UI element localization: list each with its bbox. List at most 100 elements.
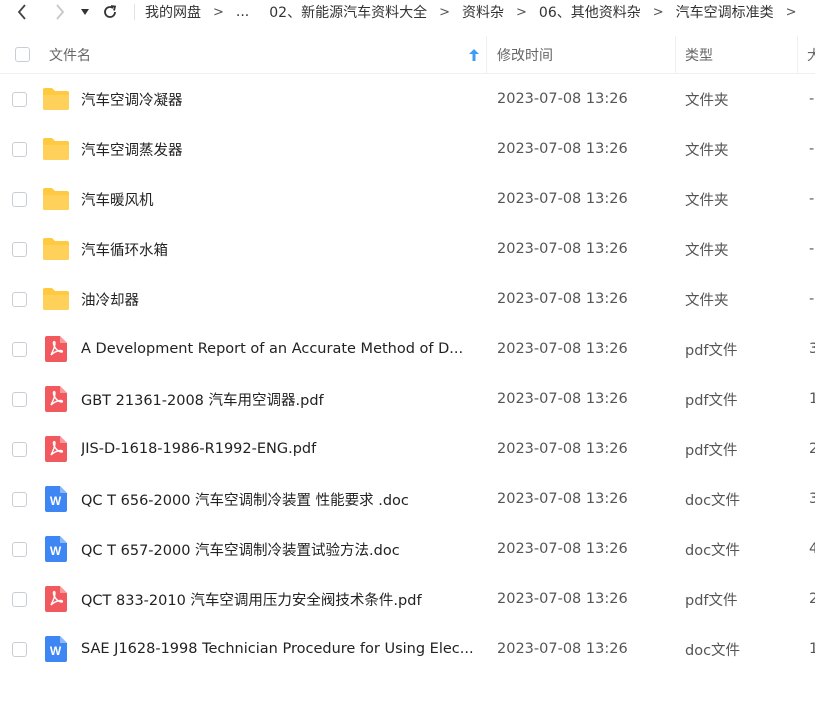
breadcrumb-item[interactable]: 我的网盘 xyxy=(143,2,203,22)
breadcrumb-separator: > xyxy=(439,4,450,20)
file-row[interactable]: W SAE J1628-1998 Technician Procedure fo… xyxy=(0,624,815,674)
column-header-type-label: 类型 xyxy=(685,48,713,64)
file-type: 文件夹 xyxy=(685,242,729,259)
file-size: 3 xyxy=(809,491,815,507)
file-row[interactable]: W QC T 657-2000 汽车空调制冷装置试验方法.doc 2023-07… xyxy=(0,524,815,574)
file-size: 2 xyxy=(809,591,815,607)
pdf-icon xyxy=(42,386,70,412)
file-row[interactable]: GBT 21361-2008 汽车用空调器.pdf 2023-07-08 13:… xyxy=(0,374,815,424)
file-list-header: 文件名 修改时间 类型 大 xyxy=(0,36,815,74)
file-row[interactable]: JIS-D-1618-1986-R1992-ENG.pdf 2023-07-08… xyxy=(0,424,815,474)
caret-down-icon xyxy=(81,9,89,15)
column-header-size[interactable]: 大 xyxy=(807,36,815,74)
file-modified-time: 2023-07-08 13:26 xyxy=(497,91,628,107)
row-checkbox[interactable] xyxy=(12,142,27,157)
file-row[interactable]: W QC T 656-2000 汽车空调制冷装置 性能要求 .doc 2023-… xyxy=(0,474,815,524)
file-modified-time: 2023-07-08 13:26 xyxy=(497,391,628,407)
file-size: - xyxy=(809,141,815,157)
column-divider[interactable] xyxy=(675,36,676,74)
file-name[interactable]: 油冷却器 xyxy=(81,274,481,324)
file-name[interactable]: A Development Report of an Accurate Meth… xyxy=(81,324,481,374)
column-header-name[interactable]: 文件名 xyxy=(49,36,485,74)
file-name[interactable]: JIS-D-1618-1986-R1992-ENG.pdf xyxy=(81,424,481,474)
back-button[interactable] xyxy=(10,0,34,24)
file-type: pdf文件 xyxy=(685,342,738,359)
toolbar-divider xyxy=(134,4,135,20)
row-checkbox[interactable] xyxy=(12,542,27,557)
breadcrumb-item[interactable]: 资料杂 xyxy=(460,2,506,22)
file-name[interactable]: QC T 656-2000 汽车空调制冷装置 性能要求 .doc xyxy=(81,474,481,524)
column-header-type[interactable]: 类型 xyxy=(685,36,785,74)
breadcrumb-separator: > xyxy=(213,4,224,20)
file-name[interactable]: SAE J1628-1998 Technician Procedure for … xyxy=(81,624,481,674)
file-name[interactable]: GBT 21361-2008 汽车用空调器.pdf xyxy=(81,374,481,424)
file-size: 1 xyxy=(809,641,815,657)
file-size: 4 xyxy=(809,541,815,557)
file-row[interactable]: A Development Report of an Accurate Meth… xyxy=(0,324,815,374)
file-name[interactable]: QC T 657-2000 汽车空调制冷装置试验方法.doc xyxy=(81,524,481,574)
file-row[interactable]: 汽车循环水箱 2023-07-08 13:26 文件夹 - xyxy=(0,224,815,274)
file-name[interactable]: 汽车空调冷凝器 xyxy=(81,74,481,124)
breadcrumb-ellipsis[interactable]: ... xyxy=(234,4,251,20)
svg-text:W: W xyxy=(50,544,62,558)
file-row[interactable]: 汽车暖风机 2023-07-08 13:26 文件夹 - xyxy=(0,174,815,224)
row-checkbox[interactable] xyxy=(12,592,27,607)
file-modified-time: 2023-07-08 13:26 xyxy=(497,641,628,657)
forward-button[interactable] xyxy=(48,0,72,24)
file-name[interactable]: 汽车暖风机 xyxy=(81,174,481,224)
row-checkbox[interactable] xyxy=(12,492,27,507)
file-size: - xyxy=(809,91,815,107)
file-modified-time: 2023-07-08 13:26 xyxy=(497,191,628,207)
file-modified-time: 2023-07-08 13:26 xyxy=(497,441,628,457)
file-size: - xyxy=(809,291,815,307)
file-type: pdf文件 xyxy=(685,442,738,459)
file-row[interactable]: QCT 833-2010 汽车空调用压力安全阀技术条件.pdf 2023-07-… xyxy=(0,574,815,624)
file-type: 文件夹 xyxy=(685,192,729,209)
breadcrumb-separator: > xyxy=(652,4,664,20)
row-checkbox[interactable] xyxy=(12,242,27,257)
file-name[interactable]: 汽车空调蒸发器 xyxy=(81,124,481,174)
column-header-size-label: 大 xyxy=(807,48,815,64)
breadcrumb-separator: > xyxy=(785,4,797,20)
doc-icon: W xyxy=(42,486,70,512)
file-type: 文件夹 xyxy=(685,292,729,309)
row-checkbox[interactable] xyxy=(12,292,27,307)
history-dropdown-button[interactable] xyxy=(78,0,92,24)
file-row[interactable]: 油冷却器 2023-07-08 13:26 文件夹 - xyxy=(0,274,815,324)
row-checkbox[interactable] xyxy=(12,392,27,407)
column-header-time[interactable]: 修改时间 xyxy=(497,36,667,74)
row-checkbox[interactable] xyxy=(12,192,27,207)
svg-text:W: W xyxy=(50,494,62,508)
column-divider[interactable] xyxy=(486,36,487,74)
doc-icon: W xyxy=(42,636,70,662)
file-type: 文件夹 xyxy=(685,92,729,109)
file-type: doc文件 xyxy=(685,642,741,659)
toolbar: 我的网盘 > ... 02、新能源汽车资料大全 > 资料杂 > 06、其他资料杂… xyxy=(0,0,815,24)
file-type: pdf文件 xyxy=(685,392,738,409)
file-list: 汽车空调冷凝器 2023-07-08 13:26 文件夹 - 汽车空调蒸发器 2… xyxy=(0,74,815,674)
column-divider[interactable] xyxy=(797,36,798,74)
file-modified-time: 2023-07-08 13:26 xyxy=(497,141,628,157)
file-size: 1 xyxy=(809,391,815,407)
breadcrumb-item[interactable]: 02、新能源汽车资料大全 xyxy=(267,2,429,22)
chevron-right-icon xyxy=(56,4,65,20)
row-checkbox[interactable] xyxy=(12,342,27,357)
file-row[interactable]: 汽车空调冷凝器 2023-07-08 13:26 文件夹 - xyxy=(0,74,815,124)
file-row[interactable]: 汽车空调蒸发器 2023-07-08 13:26 文件夹 - xyxy=(0,124,815,174)
breadcrumb-item[interactable]: 06、其他资料杂 xyxy=(537,2,643,22)
select-all-checkbox[interactable] xyxy=(15,47,30,62)
folder-icon xyxy=(42,136,70,162)
refresh-button[interactable] xyxy=(98,0,122,24)
file-size: 2 xyxy=(809,441,815,457)
folder-icon xyxy=(42,286,70,312)
file-name[interactable]: QCT 833-2010 汽车空调用压力安全阀技术条件.pdf xyxy=(81,574,481,624)
row-checkbox[interactable] xyxy=(12,92,27,107)
pdf-icon xyxy=(42,586,70,612)
row-checkbox[interactable] xyxy=(12,642,27,657)
file-modified-time: 2023-07-08 13:26 xyxy=(497,291,628,307)
sort-ascending-icon[interactable] xyxy=(469,49,479,61)
file-name[interactable]: 汽车循环水箱 xyxy=(81,224,481,274)
file-modified-time: 2023-07-08 13:26 xyxy=(497,541,628,557)
row-checkbox[interactable] xyxy=(12,442,27,457)
column-header-time-label: 修改时间 xyxy=(497,48,553,64)
